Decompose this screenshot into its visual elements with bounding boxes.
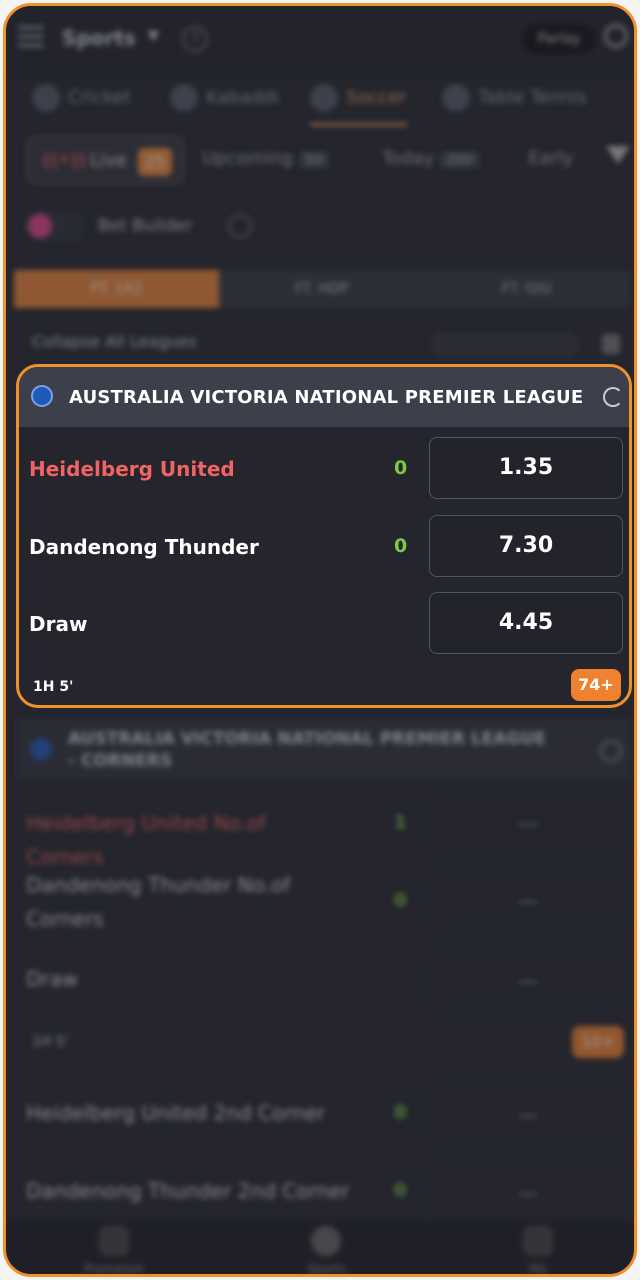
team-name: Heidelberg United 2nd Corner bbox=[26, 1101, 326, 1125]
team-name-away: Dandenong Thunder bbox=[29, 535, 259, 559]
team-score: 0 bbox=[394, 1102, 407, 1123]
odds-button[interactable]: — bbox=[428, 1162, 628, 1222]
odds-button[interactable]: — bbox=[428, 792, 628, 852]
sort-pill[interactable] bbox=[430, 332, 580, 358]
odds-button[interactable]: — bbox=[428, 870, 628, 930]
league-header-corners[interactable]: AUSTRALIA VICTORIA NATIONAL PREMIER LEAG… bbox=[16, 718, 632, 780]
nav-promotion[interactable]: Promotion bbox=[54, 1226, 174, 1276]
tab-label: Cricket bbox=[68, 87, 131, 108]
lock-icon[interactable] bbox=[602, 334, 620, 354]
tab-ft-hdp[interactable]: FT. HDP bbox=[219, 270, 424, 308]
tab-label: Table Tennis bbox=[478, 87, 587, 108]
phone-frame: Sports ▼ ? Parlay Cricket Kabaddi Soccer… bbox=[3, 3, 637, 1277]
odds-button-home[interactable]: 1.35 bbox=[429, 437, 623, 499]
match-time: 1H 5' bbox=[33, 679, 74, 695]
odds-button[interactable]: — bbox=[428, 950, 628, 1010]
tab-soccer[interactable]: Soccer bbox=[310, 84, 407, 126]
tab-ft-ou[interactable]: FT. O/U bbox=[424, 270, 629, 308]
top-bar: Sports ▼ ? Parlay bbox=[6, 6, 634, 72]
help-icon[interactable]: ? bbox=[182, 26, 208, 52]
tab-table-tennis[interactable]: Table Tennis bbox=[442, 84, 586, 118]
chevron-down-icon[interactable]: ▼ bbox=[148, 28, 159, 44]
bet-builder-label: Bet Builder bbox=[98, 216, 193, 236]
outcome-row-away: Dandenong Thunder 0 7.30 bbox=[19, 515, 629, 579]
nav-me[interactable]: Me bbox=[478, 1226, 598, 1276]
team-score: 0 bbox=[394, 1180, 407, 1201]
soccer-icon bbox=[310, 84, 338, 112]
user-icon bbox=[523, 1226, 553, 1256]
more-markets-badge[interactable]: 10+ bbox=[572, 1026, 624, 1058]
league-flag-icon bbox=[30, 738, 52, 760]
soccer-ball-icon bbox=[311, 1226, 341, 1256]
info-icon[interactable] bbox=[228, 214, 252, 238]
filter-today[interactable]: Today 200 bbox=[382, 148, 479, 169]
nav-label: Promotion bbox=[83, 1262, 145, 1276]
refresh-icon[interactable] bbox=[603, 387, 623, 407]
sport-tabs: Cricket Kabaddi Soccer Table Tennis bbox=[6, 76, 634, 126]
team-score: 1 bbox=[394, 812, 407, 833]
gift-icon bbox=[99, 1226, 129, 1256]
tab-cricket[interactable]: Cricket bbox=[32, 84, 131, 118]
team-name: Draw bbox=[26, 967, 79, 991]
team-score: 0 bbox=[394, 890, 407, 911]
cricket-icon bbox=[32, 84, 60, 112]
league-header[interactable]: AUSTRALIA VICTORIA NATIONAL PREMIER LEAG… bbox=[19, 367, 629, 427]
outcome-row-home: Heidelberg United 0 1.35 bbox=[19, 437, 629, 501]
odds-button[interactable]: — bbox=[428, 1084, 628, 1144]
search-icon[interactable] bbox=[604, 24, 628, 48]
upcoming-count: 50 bbox=[298, 152, 329, 168]
filter-live[interactable]: ((•)) Live 25 bbox=[26, 136, 184, 184]
today-count: 200 bbox=[440, 152, 479, 168]
live-count: 25 bbox=[138, 148, 172, 176]
match-time: 1H 5' bbox=[32, 1034, 69, 1050]
outcome-row-draw: Draw 4.45 bbox=[19, 592, 629, 656]
draw-label: Draw bbox=[29, 612, 88, 636]
tab-label: Kabaddi bbox=[206, 87, 279, 108]
menu-icon[interactable] bbox=[18, 26, 44, 48]
filter-early[interactable]: Early bbox=[528, 148, 573, 169]
bet-builder-row: Bet Builder bbox=[24, 208, 324, 244]
upcoming-label: Upcoming bbox=[202, 148, 293, 169]
team-name: Dandenong Thunder No.of Corners bbox=[26, 873, 291, 931]
league-name: AUSTRALIA VICTORIA NATIONAL PREMIER LEAG… bbox=[69, 387, 584, 408]
today-label: Today bbox=[382, 148, 435, 169]
collapse-all-button[interactable]: Collapse All Leagues bbox=[32, 332, 197, 351]
kabaddi-icon bbox=[170, 84, 198, 112]
tab-label: Soccer bbox=[346, 87, 407, 108]
live-indicator: ((•)) bbox=[42, 150, 87, 171]
market-tabs: FT. 1X2 FT. HDP FT. O/U bbox=[14, 270, 630, 308]
bottom-nav: Promotion Sports Me bbox=[6, 1220, 634, 1276]
table-tennis-icon bbox=[442, 84, 470, 112]
team-name: Dandenong Thunder 2nd Corner bbox=[26, 1179, 350, 1203]
parlay-button[interactable]: Parlay bbox=[522, 24, 596, 54]
match-card: AUSTRALIA VICTORIA NATIONAL PREMIER LEAG… bbox=[16, 364, 632, 708]
team-name: Heidelberg United No.of Corners bbox=[26, 811, 266, 869]
more-markets-badge[interactable]: 74+ bbox=[571, 669, 621, 701]
filter-upcoming[interactable]: Upcoming 50 bbox=[202, 148, 329, 169]
nav-label: Sports bbox=[306, 1262, 346, 1276]
league-name: AUSTRALIA VICTORIA NATIONAL PREMIER LEAG… bbox=[68, 729, 546, 771]
team-score-away: 0 bbox=[394, 535, 408, 557]
page-title[interactable]: Sports bbox=[62, 26, 136, 50]
nav-sports[interactable]: Sports bbox=[266, 1226, 386, 1276]
tab-ft-1x2[interactable]: FT. 1X2 bbox=[14, 270, 219, 308]
league-flag-icon bbox=[31, 385, 53, 407]
nav-label: Me bbox=[529, 1262, 547, 1276]
bet-builder-toggle[interactable] bbox=[24, 210, 86, 242]
odds-button-away[interactable]: 7.30 bbox=[429, 515, 623, 577]
collapse-row: Collapse All Leagues bbox=[32, 332, 628, 360]
live-label: Live bbox=[90, 150, 127, 171]
team-name-home: Heidelberg United bbox=[29, 457, 235, 481]
odds-button-draw[interactable]: 4.45 bbox=[429, 592, 623, 654]
tab-kabaddi[interactable]: Kabaddi bbox=[170, 84, 279, 118]
filter-icon[interactable] bbox=[606, 146, 630, 164]
refresh-icon[interactable] bbox=[600, 740, 622, 762]
filter-tabs: ((•)) Live 25 Upcoming 50 Today 200 Early bbox=[6, 132, 634, 188]
team-score-home: 0 bbox=[394, 457, 408, 479]
